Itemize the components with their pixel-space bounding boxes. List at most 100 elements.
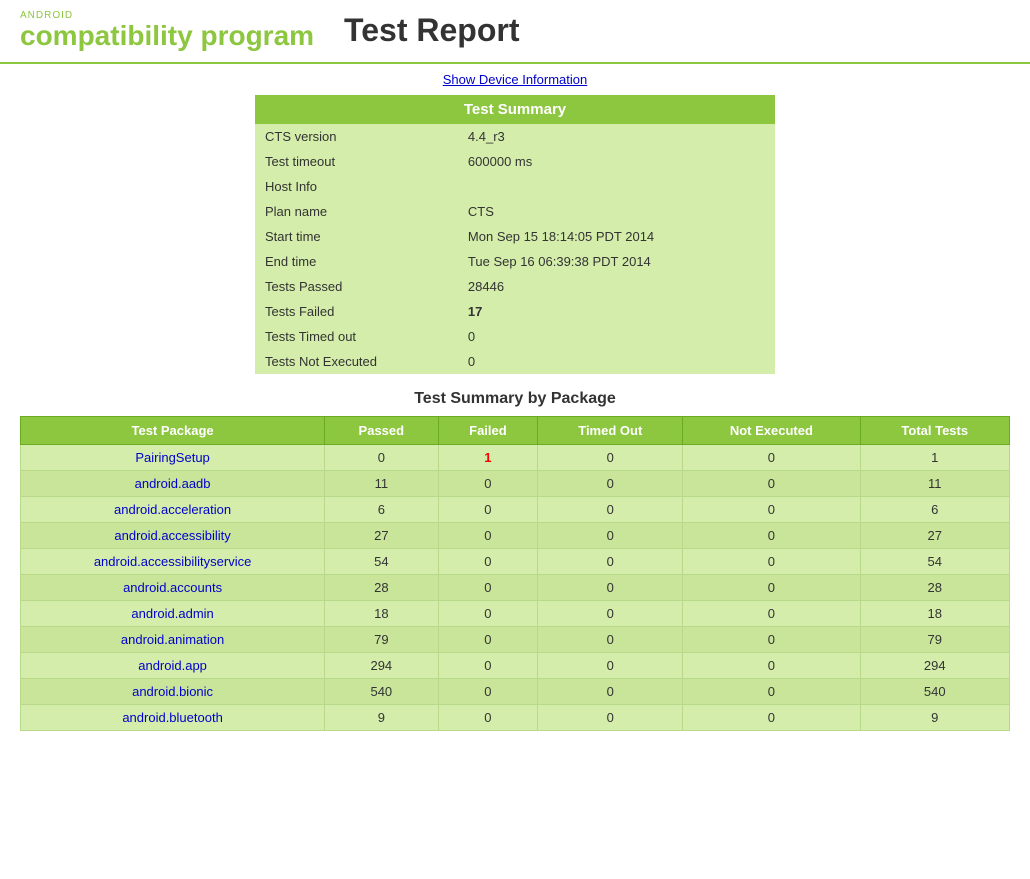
table-row: PairingSetup01001 (21, 444, 1010, 470)
package-failed: 0 (438, 652, 538, 678)
package-failed: 1 (438, 444, 538, 470)
package-total: 27 (860, 522, 1009, 548)
package-failed: 0 (438, 522, 538, 548)
package-total: 54 (860, 548, 1009, 574)
package-link[interactable]: android.app (138, 658, 207, 673)
package-passed: 294 (325, 652, 438, 678)
table-row: android.aadb1100011 (21, 470, 1010, 496)
summary-row-value: Tue Sep 16 06:39:38 PDT 2014 (458, 249, 775, 274)
package-passed: 6 (325, 496, 438, 522)
package-timedout: 0 (538, 574, 683, 600)
package-notexec: 0 (683, 548, 860, 574)
package-passed: 28 (325, 574, 438, 600)
package-failed: 0 (438, 574, 538, 600)
summary-row-label: Tests Timed out (255, 324, 458, 349)
package-timedout: 0 (538, 652, 683, 678)
package-total: 18 (860, 600, 1009, 626)
package-failed: 0 (438, 600, 538, 626)
packages-title: Test Summary by Package (20, 390, 1010, 408)
summary-row-label: Start time (255, 224, 458, 249)
package-total: 28 (860, 574, 1009, 600)
table-row: android.bluetooth90009 (21, 704, 1010, 730)
summary-row-value: 28446 (458, 274, 775, 299)
package-total: 1 (860, 444, 1009, 470)
package-timedout: 0 (538, 626, 683, 652)
table-row: android.app294000294 (21, 652, 1010, 678)
package-notexec: 0 (683, 600, 860, 626)
table-row: android.accessibilityservice5400054 (21, 548, 1010, 574)
packages-col-header: Timed Out (538, 416, 683, 444)
package-passed: 11 (325, 470, 438, 496)
package-notexec: 0 (683, 574, 860, 600)
show-device-link[interactable]: Show Device Information (443, 72, 588, 87)
summary-row-label: Host Info (255, 174, 458, 199)
package-total: 79 (860, 626, 1009, 652)
package-passed: 18 (325, 600, 438, 626)
package-passed: 0 (325, 444, 438, 470)
packages-col-header: Failed (438, 416, 538, 444)
package-link[interactable]: android.bionic (132, 684, 213, 699)
package-passed: 540 (325, 678, 438, 704)
summary-row-label: CTS version (255, 124, 458, 149)
summary-row-label: Tests Not Executed (255, 349, 458, 374)
package-passed: 9 (325, 704, 438, 730)
package-notexec: 0 (683, 444, 860, 470)
package-total: 540 (860, 678, 1009, 704)
packages-table-header: Test PackagePassedFailedTimed OutNot Exe… (21, 416, 1010, 444)
summary-row-value: Mon Sep 15 18:14:05 PDT 2014 (458, 224, 775, 249)
package-link[interactable]: android.admin (131, 606, 213, 621)
packages-col-header: Test Package (21, 416, 325, 444)
package-timedout: 0 (538, 704, 683, 730)
package-failed: 0 (438, 496, 538, 522)
table-row: android.accounts2800028 (21, 574, 1010, 600)
package-passed: 54 (325, 548, 438, 574)
summary-row-label: Plan name (255, 199, 458, 224)
summary-row-value: CTS (458, 199, 775, 224)
summary-row-label: Tests Failed (255, 299, 458, 324)
packages-col-header: Total Tests (860, 416, 1009, 444)
package-timedout: 0 (538, 444, 683, 470)
package-total: 11 (860, 470, 1009, 496)
package-failed: 0 (438, 548, 538, 574)
package-link[interactable]: android.animation (121, 632, 224, 647)
package-link[interactable]: PairingSetup (135, 450, 209, 465)
logo-text: compatibility program (20, 21, 314, 52)
table-row: android.acceleration60006 (21, 496, 1010, 522)
package-timedout: 0 (538, 678, 683, 704)
package-failed: 0 (438, 678, 538, 704)
package-failed: 0 (438, 704, 538, 730)
package-link[interactable]: android.accessibility (114, 528, 230, 543)
table-row: android.accessibility2700027 (21, 522, 1010, 548)
package-link[interactable]: android.accounts (123, 580, 222, 595)
package-link[interactable]: android.accessibilityservice (94, 554, 252, 569)
package-timedout: 0 (538, 548, 683, 574)
package-total: 9 (860, 704, 1009, 730)
package-total: 294 (860, 652, 1009, 678)
summary-row-value: 0 (458, 349, 775, 374)
package-link[interactable]: android.bluetooth (122, 710, 222, 725)
package-passed: 27 (325, 522, 438, 548)
package-timedout: 0 (538, 600, 683, 626)
package-timedout: 0 (538, 470, 683, 496)
table-row: android.admin1800018 (21, 600, 1010, 626)
package-link[interactable]: android.aadb (135, 476, 211, 491)
summary-row-label: Tests Passed (255, 274, 458, 299)
package-passed: 79 (325, 626, 438, 652)
summary-row-value: 17 (458, 299, 775, 324)
package-timedout: 0 (538, 496, 683, 522)
package-failed: 0 (438, 626, 538, 652)
package-notexec: 0 (683, 678, 860, 704)
page-title: Test Report (344, 12, 519, 49)
package-notexec: 0 (683, 470, 860, 496)
summary-row-value: 600000 ms (458, 149, 775, 174)
packages-col-header: Passed (325, 416, 438, 444)
table-row: android.animation7900079 (21, 626, 1010, 652)
summary-row-value: 0 (458, 324, 775, 349)
summary-title: Test Summary (255, 95, 775, 124)
package-notexec: 0 (683, 652, 860, 678)
package-notexec: 0 (683, 704, 860, 730)
package-total: 6 (860, 496, 1009, 522)
package-link[interactable]: android.acceleration (114, 502, 231, 517)
package-notexec: 0 (683, 496, 860, 522)
summary-row-value (458, 174, 775, 199)
